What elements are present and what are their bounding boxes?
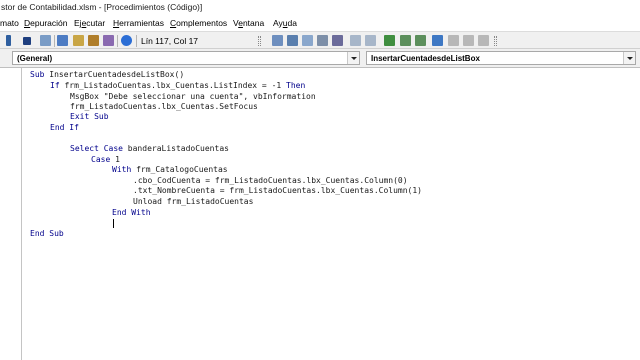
toggle-bookmark-icon[interactable] <box>432 35 443 46</box>
clear-bookmarks-icon[interactable] <box>478 35 489 46</box>
quick-info-icon[interactable] <box>302 35 313 46</box>
menu-ventana[interactable]: Ventana <box>233 18 264 28</box>
code-line: End Sub <box>30 229 64 238</box>
list-properties-icon[interactable] <box>272 35 283 46</box>
indent-icon[interactable] <box>350 35 361 46</box>
menu-ejecutar[interactable]: Ejecutar <box>74 18 105 28</box>
code-line: frm_ListadoCuentas.lbx_Cuentas.SetFocus <box>70 102 258 111</box>
help-icon[interactable] <box>121 35 132 46</box>
outdent-icon[interactable] <box>365 35 376 46</box>
code-editor[interactable]: Sub InsertarCuentadesdeListBox() If frm_… <box>0 67 640 360</box>
menu-herramientas[interactable]: Herramientas <box>113 18 164 28</box>
toolbox-icon[interactable] <box>103 35 114 46</box>
procedure-dropdown[interactable]: InsertarCuentadesdeListBox <box>366 51 636 65</box>
procedure-dropdown-value: InsertarCuentadesdeListBox <box>371 54 480 63</box>
toolbar-grip[interactable] <box>258 36 261 46</box>
project-explorer-icon[interactable] <box>57 35 68 46</box>
chevron-down-icon[interactable] <box>623 52 635 64</box>
object-browser-icon[interactable] <box>88 35 99 46</box>
code-line: Case 1 <box>91 155 120 164</box>
uncomment-block-icon[interactable] <box>415 35 426 46</box>
window-title: stor de Contabilidad.xlsm - [Procedimien… <box>1 2 203 12</box>
code-dropdown-bar: (General) InsertarCuentadesdeListBox <box>0 49 640 67</box>
code-line: End If <box>50 123 79 132</box>
pause-icon[interactable] <box>6 35 11 46</box>
code-line: .cbo_CodCuenta = frm_ListadoCuentas.lbx_… <box>133 176 408 185</box>
design-mode-icon[interactable] <box>40 35 51 46</box>
code-line: With frm_CatalogoCuentas <box>112 165 228 174</box>
code-line: Select Case banderaListadoCuentas <box>70 144 229 153</box>
menu-ayuda[interactable]: Ayuda <box>273 18 297 28</box>
comment-block-icon[interactable] <box>400 35 411 46</box>
toolbar-grip-end[interactable] <box>494 36 497 46</box>
code-text-area[interactable]: Sub InsertarCuentadesdeListBox() If frm_… <box>0 68 640 360</box>
cursor-position: Lín 117, Col 17 <box>141 36 199 46</box>
chevron-down-icon[interactable] <box>347 52 359 64</box>
title-bar: stor de Contabilidad.xlsm - [Procedimien… <box>0 0 640 15</box>
reset-icon[interactable] <box>23 37 31 45</box>
code-line: MsgBox "Debe seleccionar una cuenta", vb… <box>70 92 316 101</box>
toolbar: Lín 117, Col 17 <box>0 31 640 49</box>
previous-bookmark-icon[interactable] <box>463 35 474 46</box>
complete-word-icon[interactable] <box>332 35 343 46</box>
list-constants-icon[interactable] <box>287 35 298 46</box>
object-dropdown[interactable]: (General) <box>12 51 360 65</box>
code-line: .txt_NombreCuenta = frm_ListadoCuentas.l… <box>133 186 422 195</box>
menu-bar: mato Depuración Ejecutar Herramientas Co… <box>0 15 640 31</box>
code-line: Unload frm_ListadoCuentas <box>133 197 254 206</box>
code-line: End With <box>112 208 151 217</box>
code-line: Sub InsertarCuentadesdeListBox() <box>30 70 185 79</box>
menu-depuracion[interactable]: Depuración <box>24 18 67 28</box>
code-line: If frm_ListadoCuentas.lbx_Cuentas.ListIn… <box>50 81 306 90</box>
properties-icon[interactable] <box>73 35 84 46</box>
code-line: Exit Sub <box>70 112 109 121</box>
toggle-breakpoint-icon[interactable] <box>384 35 395 46</box>
text-cursor <box>113 219 114 228</box>
next-bookmark-icon[interactable] <box>448 35 459 46</box>
object-dropdown-value: (General) <box>17 54 53 63</box>
parameter-info-icon[interactable] <box>317 35 328 46</box>
menu-formato[interactable]: mato <box>0 18 19 28</box>
menu-complementos[interactable]: Complementos <box>170 18 227 28</box>
